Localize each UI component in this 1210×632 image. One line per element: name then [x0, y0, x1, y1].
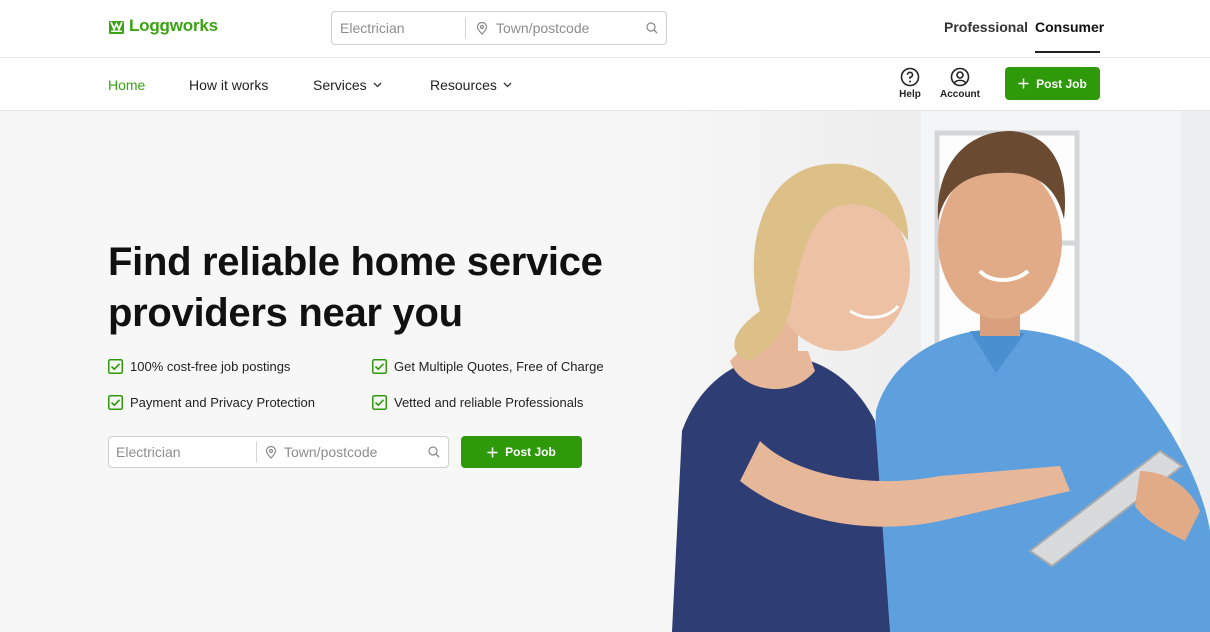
feature-item: 100% cost-free job postings [108, 359, 290, 374]
nav-resources[interactable]: Resources [430, 77, 512, 93]
nav-services[interactable]: Services [313, 77, 382, 93]
top-bar: Loggworks Electrician Town/postcode Prof… [0, 0, 1210, 58]
nav-home[interactable]: Home [108, 77, 145, 93]
main-nav: Home How it works Services Resources Hel… [0, 59, 1210, 111]
feature-text: Payment and Privacy Protection [130, 395, 315, 410]
checkbox-check-icon [108, 395, 123, 410]
feature-item: Payment and Privacy Protection [108, 395, 315, 410]
top-service-input[interactable]: Electrician [332, 17, 466, 39]
top-location-placeholder: Town/postcode [496, 20, 590, 36]
help-icon [900, 67, 920, 87]
top-search-bar: Electrician Town/postcode [331, 11, 667, 45]
checkbox-check-icon [108, 359, 123, 374]
help-label: Help [899, 89, 921, 100]
segment-professional[interactable]: Professional [944, 19, 1028, 35]
hero-section: Find reliable home service providers nea… [0, 111, 1210, 632]
segment-consumer[interactable]: Consumer [1035, 19, 1104, 35]
hero-headline: Find reliable home service providers nea… [108, 237, 603, 339]
nav-services-label: Services [313, 77, 367, 93]
logo-text: Loggworks [129, 16, 218, 35]
nav-resources-label: Resources [430, 77, 497, 93]
search-icon[interactable] [428, 446, 440, 458]
feature-item: Get Multiple Quotes, Free of Charge [372, 359, 604, 374]
hero-photo [640, 111, 1210, 632]
post-job-button[interactable]: Post Job [1005, 67, 1100, 100]
plus-icon [487, 447, 498, 457]
hero-post-job-label: Post Job [505, 445, 556, 459]
nav-how-it-works[interactable]: How it works [189, 77, 268, 93]
chevron-down-icon [503, 82, 512, 88]
checkbox-check-icon [372, 395, 387, 410]
account-label: Account [940, 89, 980, 100]
hero-location-placeholder: Town/postcode [284, 444, 378, 460]
search-icon[interactable] [646, 22, 658, 34]
plus-icon [1018, 78, 1029, 89]
account-button[interactable]: Account [938, 67, 982, 100]
hero-post-job-button[interactable]: Post Job [461, 436, 582, 468]
checkbox-check-icon [372, 359, 387, 374]
post-job-label: Post Job [1036, 76, 1087, 91]
help-button[interactable]: Help [898, 67, 922, 100]
active-segment-underline [1035, 51, 1100, 53]
chevron-down-icon [373, 82, 382, 88]
feature-text: Get Multiple Quotes, Free of Charge [394, 359, 604, 374]
nav-how-label: How it works [189, 77, 269, 93]
location-pin-icon [476, 21, 488, 35]
top-location-input[interactable]: Town/postcode [466, 20, 666, 36]
headline-line-1: Find reliable home service [108, 240, 603, 284]
logo[interactable]: Loggworks [108, 16, 218, 36]
account-icon [950, 67, 970, 87]
feature-text: 100% cost-free job postings [130, 359, 291, 374]
nav-home-label: Home [108, 77, 146, 93]
location-pin-icon [265, 445, 277, 459]
logo-icon [109, 20, 124, 34]
hero-search-bar: Electrician Town/postcode [108, 436, 449, 468]
feature-item: Vetted and reliable Professionals [372, 395, 583, 410]
hero-service-input[interactable]: Electrician [109, 441, 257, 463]
headline-line-2: providers near you [108, 291, 463, 335]
hero-location-input[interactable]: Town/postcode [257, 444, 448, 460]
feature-text: Vetted and reliable Professionals [394, 395, 584, 410]
